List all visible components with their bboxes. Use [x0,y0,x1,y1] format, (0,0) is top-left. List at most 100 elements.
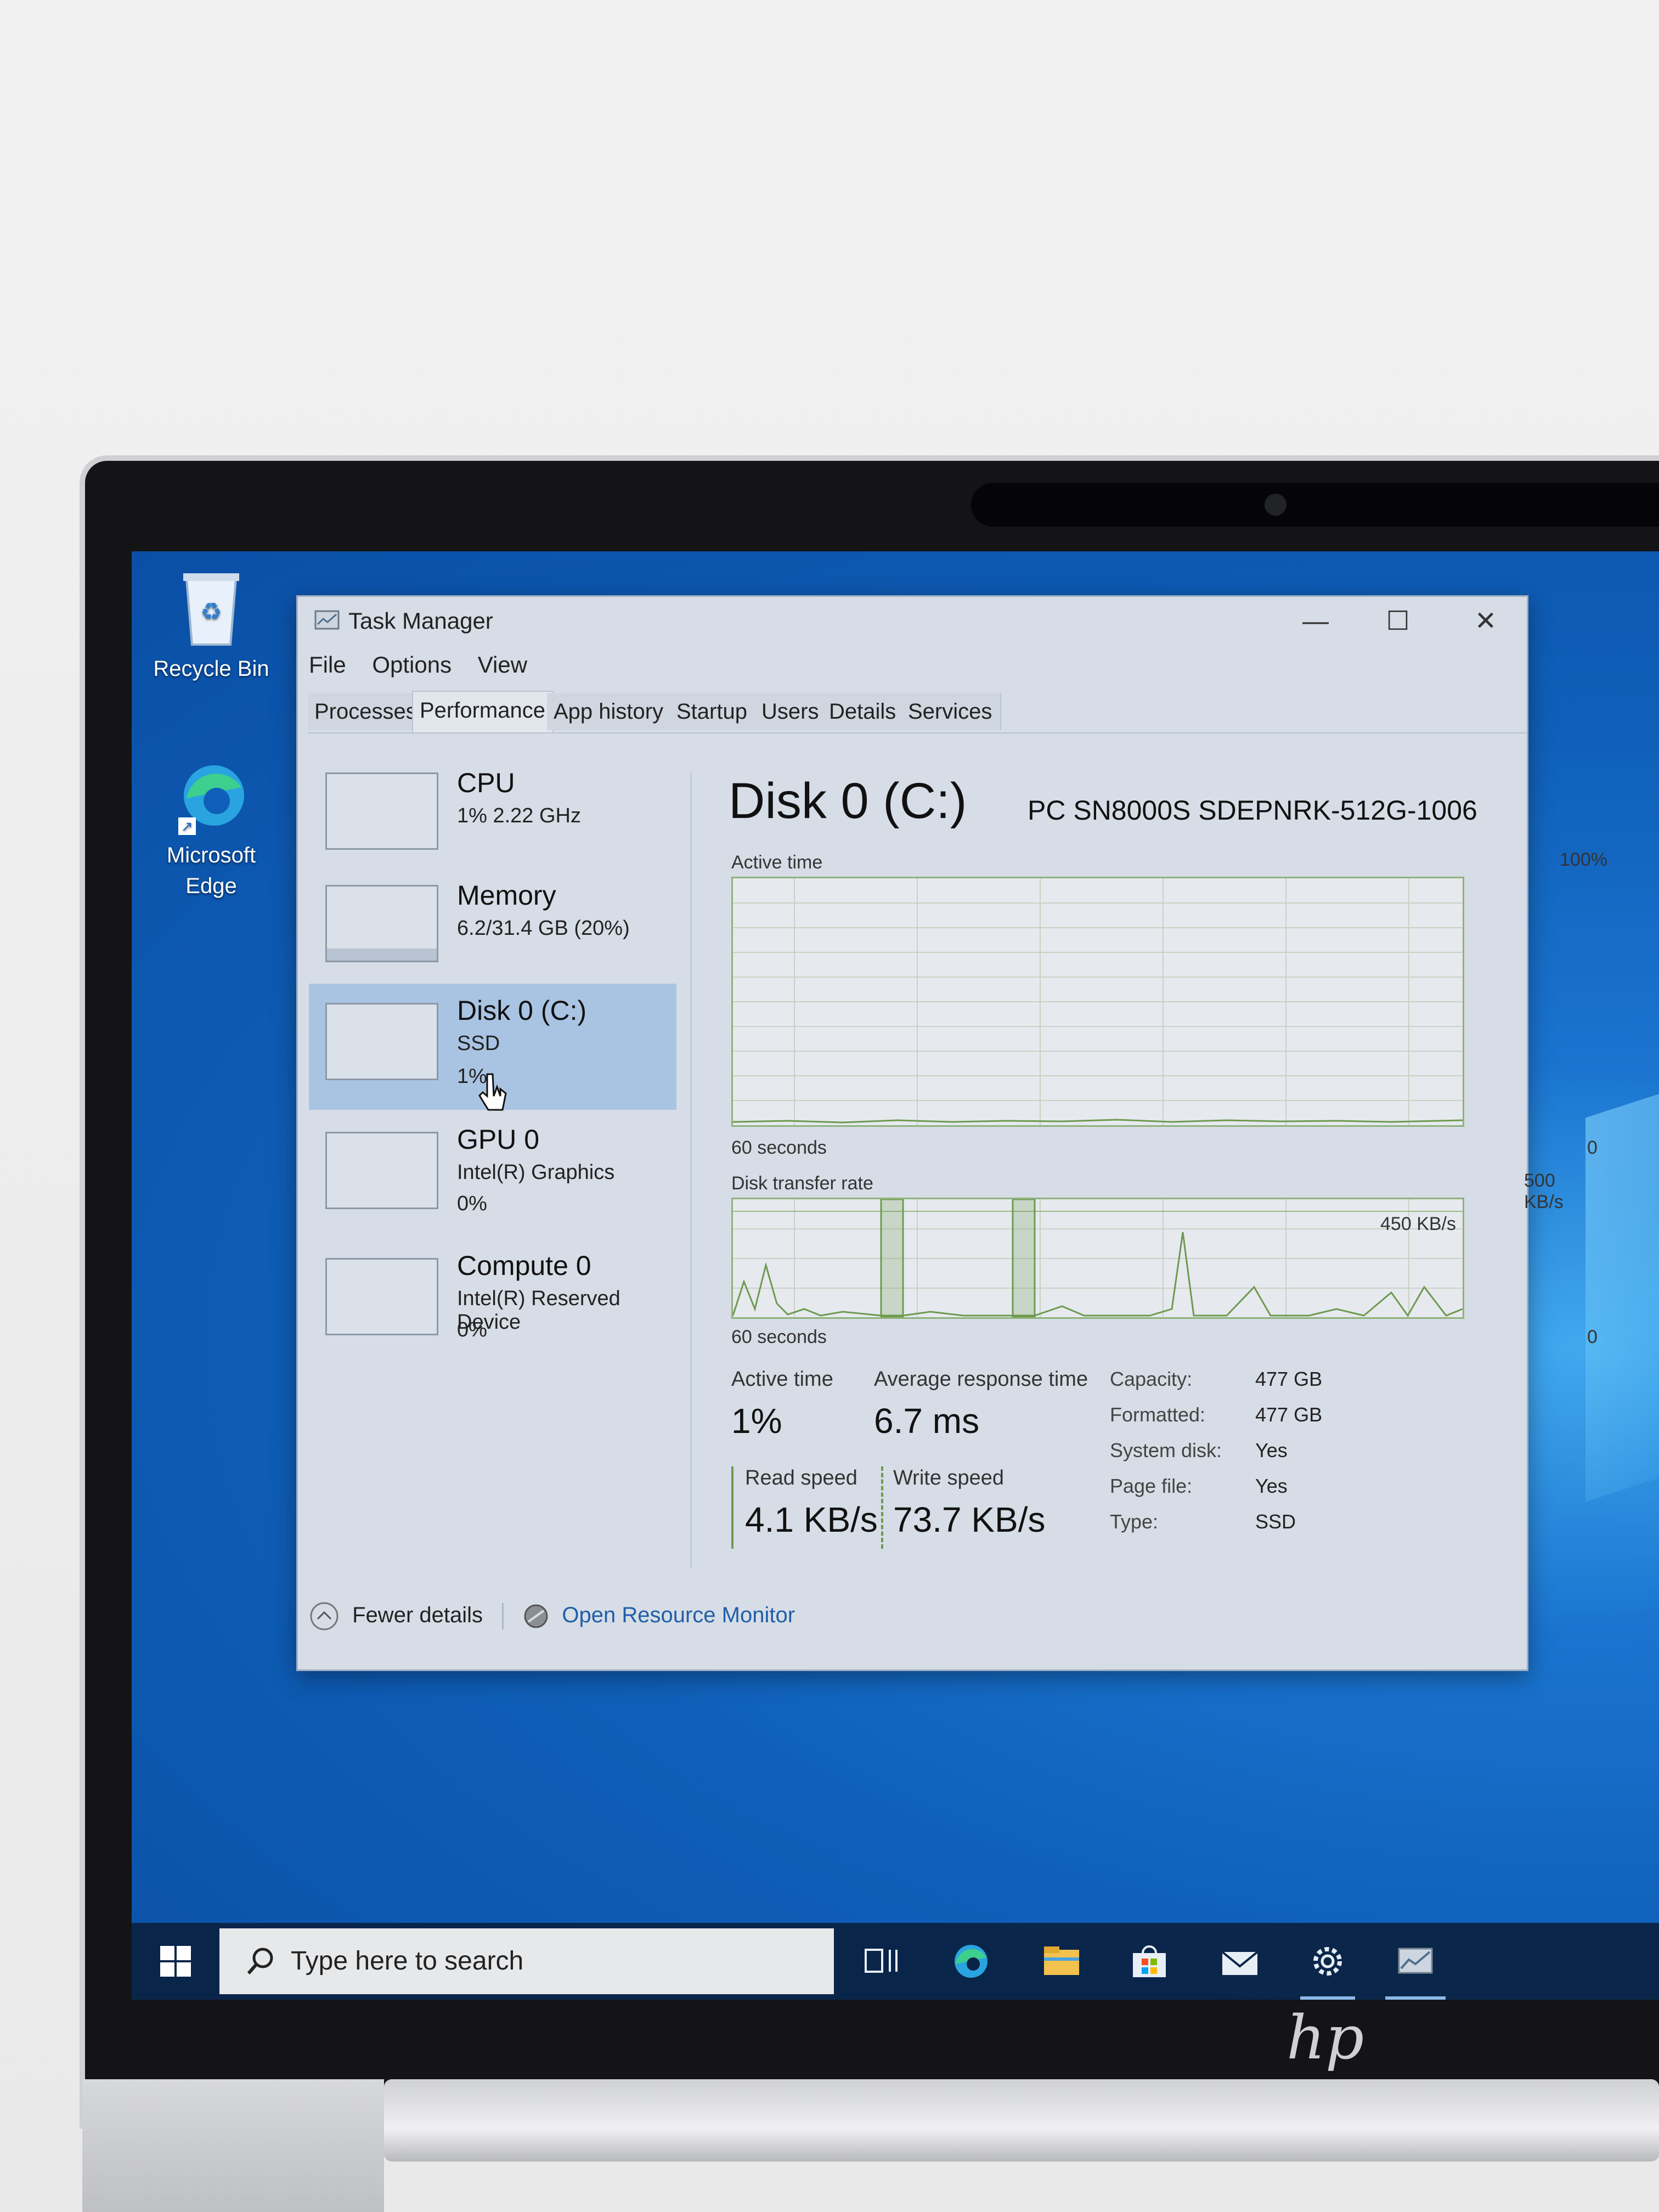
disk-title: Disk 0 (C:) [729,773,967,829]
menu-bar: File Options View [309,652,547,678]
laptop-hinge [384,2079,1659,2162]
title-bar[interactable]: Task Manager — ☐ ✕ [298,597,1527,644]
mail-icon[interactable] [1218,1942,1262,1980]
sidebar-item-title: Memory [457,880,556,911]
task-manager-icon[interactable] [1393,1942,1437,1980]
search-icon [247,1948,273,1974]
hp-logo: hp [1286,2002,1364,2073]
search-placeholder: Type here to search [291,1946,524,1976]
minimize-button[interactable]: — [1274,602,1357,641]
transfer-graph-max: 500 KB/s [1524,1170,1564,1212]
svg-text:♻: ♻ [200,599,222,625]
active-time-graph [731,877,1464,1127]
chevron-up-icon [310,1602,338,1630]
taskbar: Type here to search [132,1923,1659,2000]
footer: Fewer details Open Resource Monitor [309,1601,795,1632]
sidebar-item-detail: 1% 2.22 GHz [457,804,581,827]
webcam [1265,494,1286,516]
sidebar-item-title: Disk 0 (C:) [457,995,587,1026]
prop-label: Capacity: [1110,1368,1193,1390]
active-time-x-right: 0 [1587,1137,1598,1158]
gpu-thumbnail-graph [325,1132,438,1209]
prop-label: Page file: [1110,1475,1193,1497]
active-time-graph-max: 100% [1560,849,1607,870]
laptop-base [82,2079,384,2212]
tab-services[interactable]: Services [901,693,1001,730]
prop-value: Yes [1255,1475,1288,1497]
sidebar-item-title: CPU [457,768,515,798]
tab-performance[interactable]: Performance [412,691,554,732]
edge-shortcut[interactable]: ↗ Microsoft Edge [148,754,274,901]
prop-label: Type: [1110,1510,1159,1533]
prop-value: 477 GB [1255,1403,1323,1426]
prop-value: SSD [1255,1510,1296,1533]
cpu-thumbnail-graph [325,772,438,850]
disk-model: PC SN8000S SDEPNRK-512G-1006 [1028,795,1477,826]
tab-app-history[interactable]: App history [547,693,675,730]
window-title: Task Manager [348,608,493,634]
transfer-x-left: 60 seconds [731,1327,827,1347]
sidebar-item-detail: 6.2/31.4 GB (20%) [457,917,630,940]
settings-icon[interactable] [1306,1942,1350,1980]
tab-details[interactable]: Details [822,693,908,730]
transfer-graph-label: Disk transfer rate [731,1173,873,1194]
open-resource-monitor-link[interactable]: Open Resource Monitor [523,1603,795,1628]
edge-label: Microsoft Edge [166,843,256,898]
sidebar-item-gpu[interactable]: GPU 0 Intel(R) Graphics 0% [309,1118,676,1244]
read-speed-label: Read speed [745,1466,857,1489]
menu-view[interactable]: View [478,652,527,678]
sidebar-item-memory[interactable]: Memory 6.2/31.4 GB (20%) [309,874,676,1000]
sidebar-item-disk[interactable]: Disk 0 (C:) SSD 1% [309,984,676,1111]
write-speed-label: Write speed [893,1466,1005,1489]
task-manager-window: Task Manager — ☐ ✕ File Options View Pro… [296,595,1607,1671]
sidebar-item-usage: 0% [457,1318,487,1341]
write-speed-value: 73.7 KB/s [893,1500,1046,1539]
sidebar-item-compute[interactable]: Compute 0 Intel(R) Reserved Device 0% [309,1244,676,1370]
edge-icon[interactable] [949,1942,993,1980]
transfer-ref-line-label: 450 KB/s [1380,1214,1456,1234]
prop-label: Formatted: [1110,1403,1206,1426]
close-button[interactable]: ✕ [1444,602,1527,641]
memory-thumbnail-graph [325,885,438,962]
camera-notch [971,483,1659,527]
resource-monitor-icon [524,1604,548,1628]
file-explorer-icon[interactable] [1040,1942,1084,1980]
recycle-bin-label: Recycle Bin [153,657,269,681]
taskbar-search-box[interactable]: Type here to search [219,1928,834,1994]
write-speed-marker [881,1466,883,1549]
hand-pointer-icon [478,1073,507,1111]
tab-processes[interactable]: Processes [308,693,417,730]
tab-startup[interactable]: Startup [670,693,761,730]
sidebar-item-detail: Intel(R) Reserved Device [457,1287,620,1334]
fewer-details-label: Fewer details [352,1602,483,1627]
read-speed-marker [731,1466,733,1549]
compute-thumbnail-graph [325,1258,438,1335]
sidebar-divider [690,772,692,1568]
sidebar-item-title: GPU 0 [457,1124,540,1155]
tab-users[interactable]: Users [755,693,828,730]
prop-value: 477 GB [1255,1368,1323,1390]
active-time-value: 1% [731,1401,782,1441]
recycle-bin-shortcut[interactable]: ♻ Recycle Bin [148,568,274,684]
maximize-button[interactable]: ☐ [1357,602,1439,641]
disk-thumbnail-graph [325,1003,438,1080]
menu-options[interactable]: Options [372,652,452,678]
windows-start-icon[interactable] [159,1945,192,1978]
sidebar-item-title: Compute 0 [457,1250,591,1281]
store-icon[interactable] [1127,1942,1171,1980]
fewer-details-button[interactable]: Fewer details [309,1602,489,1630]
sidebar-item-detail: Intel(R) Graphics [457,1161,615,1184]
settings-running-indicator [1300,1996,1355,2000]
edge-icon: ↗ [176,754,247,837]
active-time-label: Active time [731,1368,833,1391]
active-time-x-left: 60 seconds [731,1137,827,1158]
tab-strip: Processes Performance App history Startu… [308,691,1527,733]
task-manager-running-indicator [1385,1996,1446,2000]
sidebar-item-detail: SSD [457,1032,500,1055]
menu-file[interactable]: File [309,652,346,678]
sidebar-item-cpu[interactable]: CPU 1% 2.22 GHz [309,761,676,888]
read-speed-value: 4.1 KB/s [745,1500,878,1539]
task-view-icon[interactable] [861,1942,905,1980]
desktop-screen: ♻ Recycle Bin ↗ Microsoft Edge Task Mana… [132,551,1659,2000]
sidebar-item-usage: 0% [457,1192,487,1215]
